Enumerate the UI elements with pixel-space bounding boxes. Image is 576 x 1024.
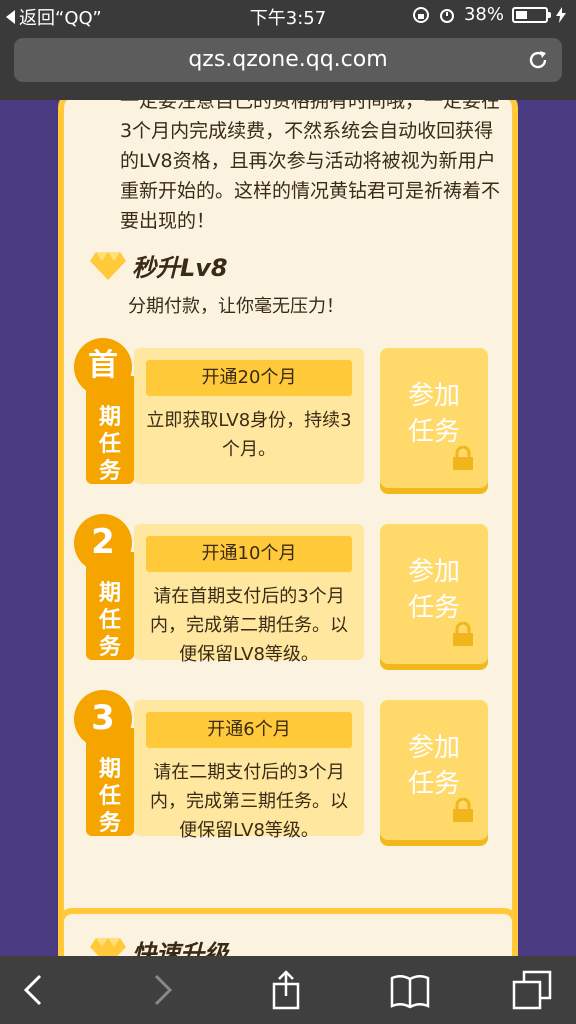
task-side-label: 期任务 [98,405,121,484]
task-desc: 立即获取LV8身份，持续3个月。 [146,410,352,460]
browser-chrome: qzs.qzone.qq.com [0,30,576,100]
web-page: 一定要注意自己的资格拥有时间哦，一定要在3个月内完成续费，不然系统会自动收回获得… [0,100,576,956]
task-box: 开通10个月 请在首期支付后的3个月内，完成第二期任务。以便保留LV8等级。 [134,524,364,665]
task-side-label: 期任务 [98,581,121,660]
browser-toolbar [0,956,576,1024]
url-text: qzs.qzone.qq.com [188,47,388,72]
battery-percent: 38% [463,4,504,25]
task-tag: 开通20个月 [146,360,352,396]
next-section-title: 快速升级 [132,940,228,956]
join-task-label: 参加任务 [407,381,460,447]
section-title: 秒升Lv8 [132,254,228,282]
charging-icon [556,6,566,23]
join-task-button[interactable]: 参加任务 [380,524,488,664]
task-badge: 3 [74,690,132,748]
share-icon[interactable] [266,970,306,1010]
url-bar[interactable]: qzs.qzone.qq.com [14,38,562,82]
task-badge: 2 [74,514,132,572]
back-icon[interactable] [14,970,54,1010]
battery-icon [512,6,551,23]
lock-icon [453,446,473,470]
join-task-button[interactable]: 参加任务 [380,348,488,488]
join-task-button[interactable]: 参加任务 [380,700,488,840]
next-card: 快速升级 [58,908,518,956]
join-task-label: 参加任务 [407,557,460,623]
status-right: 38% [412,4,566,25]
join-task-label: 参加任务 [407,733,460,799]
task-box: 开通20个月 立即获取LV8身份，持续3个月。 [134,348,364,484]
task-tag: 开通10个月 [146,536,352,572]
section-subtitle: 分期付款，让你毫无压力！ [128,296,344,317]
lock-icon [453,798,473,822]
task-desc: 请在二期支付后的3个月内，完成第三期任务。以便保留LV8等级。 [150,762,348,841]
task-2: 期任务 2 开通10个月 请在首期支付后的3个月内，完成第二期任务。以便保留LV… [74,514,488,665]
diamond-icon [90,251,126,280]
bookmarks-icon[interactable] [390,970,430,1010]
alarm-icon [439,8,454,23]
task-badge: 首 [74,338,132,396]
next-section-header: 快速升级 [90,934,228,956]
task-3: 期任务 3 开通6个月 请在二期支付后的3个月内，完成第三期任务。以便保留LV8… [74,690,488,841]
forward-icon[interactable] [142,970,182,1010]
task-desc: 请在首期支付后的3个月内，完成第二期任务。以便保留LV8等级。 [150,586,348,665]
tabs-icon[interactable] [512,970,552,1010]
battery-fill [516,10,527,19]
task-box: 开通6个月 请在二期支付后的3个月内，完成第三期任务。以便保留LV8等级。 [134,700,364,841]
diamond-icon [90,937,126,956]
lock-rotation-icon [412,6,429,23]
task-1: 期任务 首 开通20个月 立即获取LV8身份，持续3个月。 参加任务 [74,338,488,488]
lock-icon [453,622,473,646]
task-tag: 开通6个月 [146,712,352,748]
task-side-label: 期任务 [98,757,121,836]
intro-text: 一定要注意自己的资格拥有时间哦，一定要在3个月内完成续费，不然系统会自动收回获得… [120,100,501,232]
status-bar: 返回“QQ” 下午3:57 38% [0,0,576,30]
reload-icon[interactable] [526,48,550,72]
section-header: 秒升Lv8 [90,248,228,283]
